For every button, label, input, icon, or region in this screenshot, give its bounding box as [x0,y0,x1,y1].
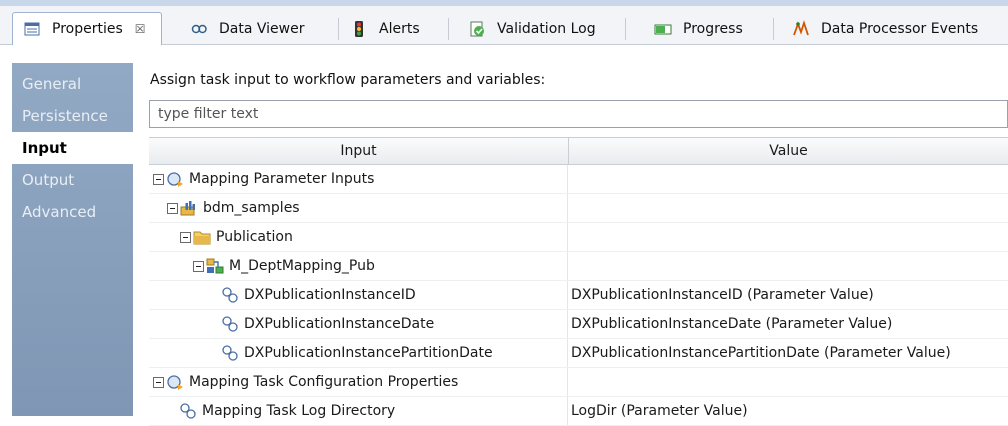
progress-icon [654,24,672,35]
tab-label: Properties [52,21,123,37]
parameter-icon [180,403,196,419]
properties-sidebar: General Persistence Input Output Advance… [12,63,133,416]
input-cell: DXPublicationInstanceID [149,281,568,309]
input-cell: Mapping Parameter Inputs [149,165,568,193]
collapse-toggle-icon[interactable] [153,173,164,185]
row-label: DXPublicationInstancePartitionDate [244,345,493,361]
filter-input[interactable] [149,100,1008,128]
table-row[interactable]: DXPublicationInstancePartitionDate DXPub… [149,339,1008,368]
table-row[interactable]: Publication [149,223,1008,252]
tab-separator [448,18,449,40]
input-cell: bdm_samples [149,194,568,222]
value-cell[interactable]: DXPublicationInstancePartitionDate (Para… [568,339,1008,367]
tab-label: Data Processor Events [821,21,979,37]
tab-properties[interactable]: Properties ☒ [12,12,162,45]
data-viewer-icon [191,24,207,34]
close-icon[interactable]: ☒ [135,22,146,36]
parameter-group-icon [167,375,183,390]
value-cell[interactable] [568,194,1008,222]
tab-alerts[interactable]: Alerts [340,14,449,44]
row-label: DXPublicationInstanceID [244,287,416,303]
parameter-icon [222,345,238,361]
value-cell[interactable] [568,223,1008,251]
column-header-value[interactable]: Value [569,138,1008,164]
tab-label: Alerts [379,21,420,37]
view-tab-bar: Properties ☒ Data Viewer Alerts Validati… [0,6,1008,45]
table-header: Input Value [149,137,1008,165]
value-cell[interactable] [568,368,1008,396]
row-label: M_DeptMapping_Pub [229,258,375,274]
table-row[interactable]: Mapping Task Configuration Properties [149,368,1008,397]
mapping-icon [206,258,224,274]
row-label: Mapping Task Configuration Properties [189,374,459,390]
value-cell[interactable]: DXPublicationInstanceDate (Parameter Val… [568,310,1008,338]
table-row[interactable]: DXPublicationInstanceID DXPublicationIns… [149,281,1008,310]
collapse-toggle-icon[interactable] [193,260,204,272]
sidebar-item-input[interactable]: Input [12,132,133,164]
collapse-toggle-icon[interactable] [167,202,178,214]
tab-label: Data Viewer [219,21,305,37]
data-processor-events-icon [793,20,809,36]
tab-label: Progress [683,21,743,37]
value-cell[interactable]: LogDir (Parameter Value) [568,397,1008,425]
parameter-group-icon [167,172,183,187]
sidebar-item-advanced[interactable]: Advanced [12,196,133,228]
project-icon [180,201,195,216]
input-value-table: Input Value Mapping Parameter Inputs bdm… [149,137,1008,426]
input-cell: Publication [149,223,568,251]
input-cell: M_DeptMapping_Pub [149,252,568,280]
table-row[interactable]: M_DeptMapping_Pub [149,252,1008,281]
tab-label: Validation Log [497,21,596,37]
parameter-icon [222,316,238,332]
table-row[interactable]: Mapping Parameter Inputs [149,165,1008,194]
value-cell[interactable] [568,252,1008,280]
tab-data-processor-events[interactable]: Data Processor Events [782,14,1008,44]
input-cell: Mapping Task Configuration Properties [149,368,568,396]
folder-icon [193,231,211,245]
tab-separator [625,18,626,40]
sidebar-item-general[interactable]: General [12,68,133,100]
collapse-toggle-icon[interactable] [180,231,191,243]
tab-data-viewer[interactable]: Data Viewer [180,14,339,44]
row-label: bdm_samples [203,200,300,216]
table-row[interactable]: DXPublicationInstanceDate DXPublicationI… [149,310,1008,339]
tab-separator [773,18,774,40]
collapse-toggle-icon[interactable] [153,376,164,388]
row-label: Publication [216,229,293,245]
input-cell: DXPublicationInstancePartitionDate [149,339,568,367]
alerts-icon [355,21,363,37]
row-label: Mapping Parameter Inputs [189,171,375,187]
row-label: Mapping Task Log Directory [202,403,396,419]
sidebar-item-persistence[interactable]: Persistence [12,100,133,132]
value-cell[interactable] [568,165,1008,193]
properties-icon [24,22,40,36]
validation-log-icon [470,21,484,37]
sidebar-item-output[interactable]: Output [12,164,133,196]
tab-validation-log[interactable]: Validation Log [458,14,626,44]
table-row[interactable]: Mapping Task Log Directory LogDir (Param… [149,397,1008,426]
tab-separator [338,18,339,40]
value-cell[interactable]: DXPublicationInstanceID (Parameter Value… [568,281,1008,309]
section-prompt: Assign task input to workflow parameters… [150,72,546,88]
row-label: DXPublicationInstanceDate [244,316,435,332]
column-header-input[interactable]: Input [149,138,569,164]
table-row[interactable]: bdm_samples [149,194,1008,223]
tab-progress[interactable]: Progress [644,14,774,44]
parameter-icon [222,287,238,303]
input-cell: Mapping Task Log Directory [149,397,568,425]
input-cell: DXPublicationInstanceDate [149,310,568,338]
